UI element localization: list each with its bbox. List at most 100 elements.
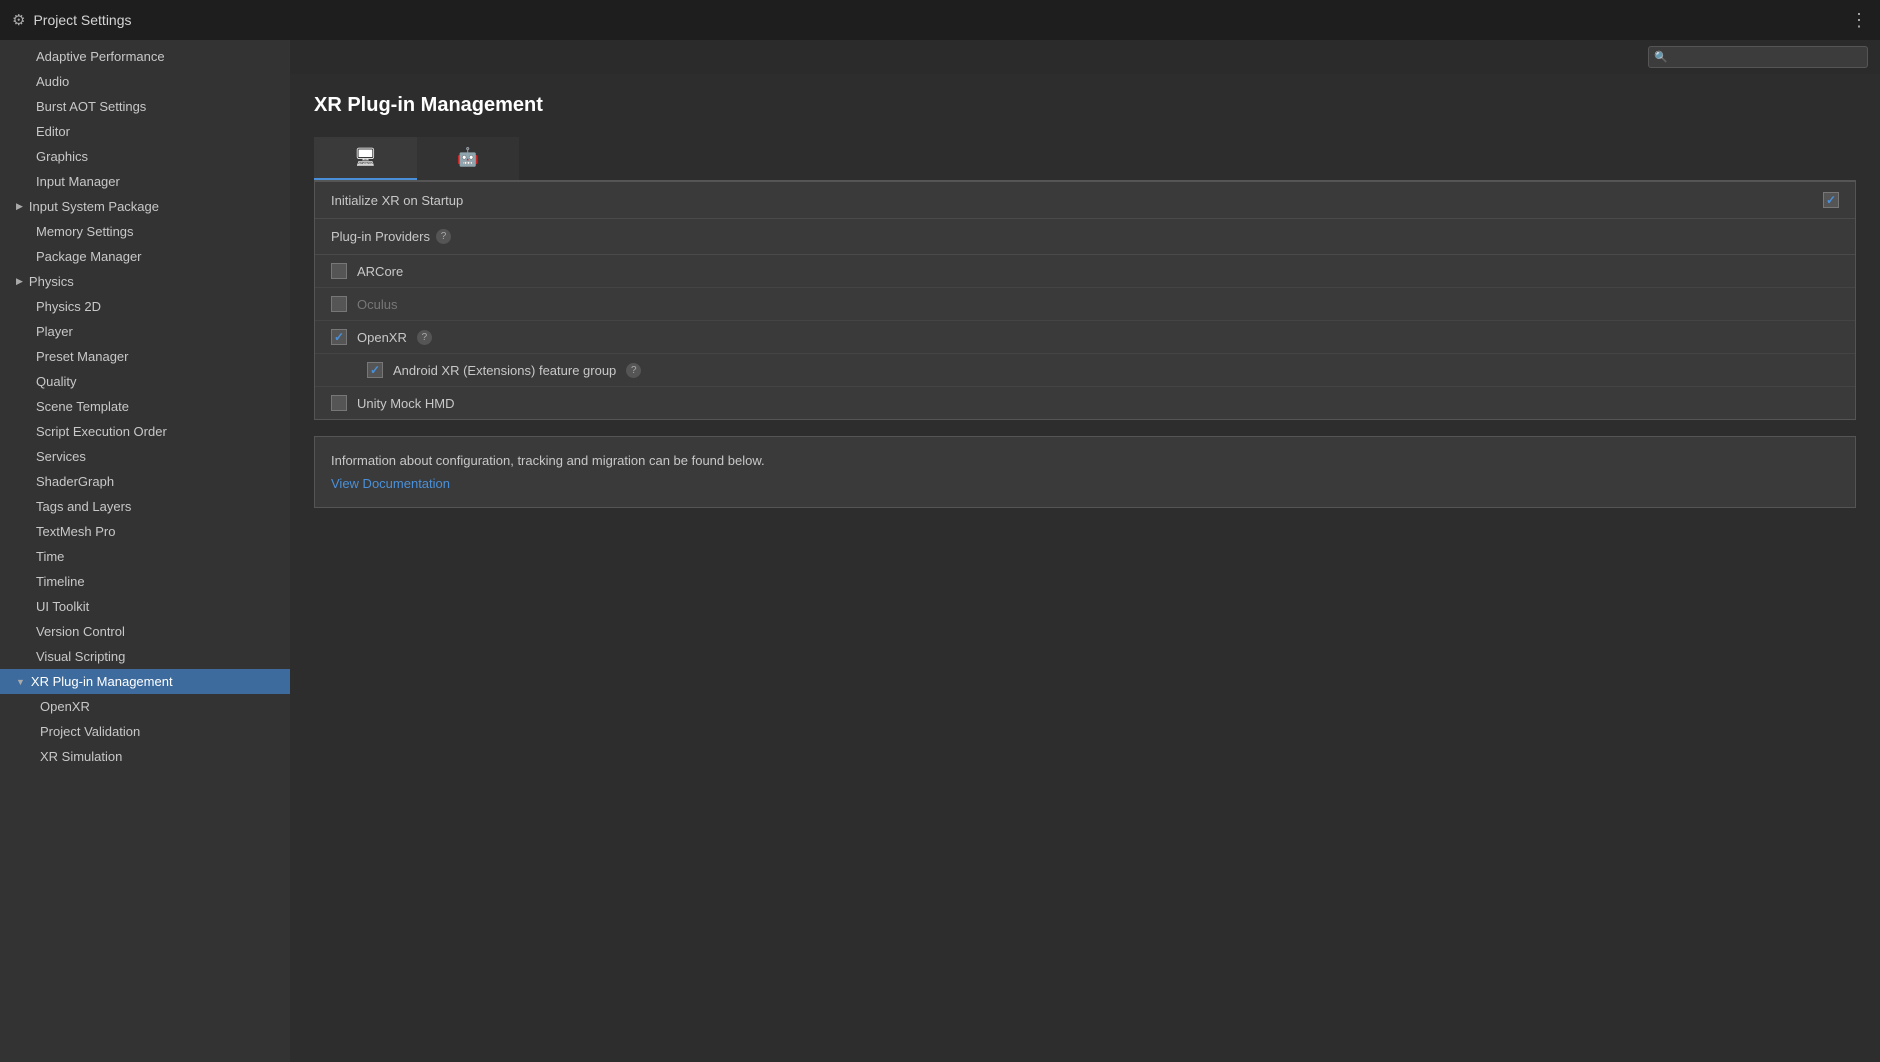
sidebar-item-label: Script Execution Order [36,424,167,439]
provider-checkbox-openxr[interactable]: ✓ [331,329,347,345]
info-text: Information about configuration, trackin… [331,453,1839,468]
sidebar-item-version-control[interactable]: Version Control [0,619,290,644]
sidebar-item-label: Burst AOT Settings [36,99,146,114]
sidebar-item-label: Version Control [36,624,125,639]
sidebar-item-label: Adaptive Performance [36,49,165,64]
sidebar-item-label: Input Manager [36,174,120,189]
initialize-xr-label: Initialize XR on Startup [331,193,1811,208]
sidebar-item-burst-aot-settings[interactable]: Burst AOT Settings [0,94,290,119]
sidebar-item-label: Time [36,549,64,564]
sidebar-item-label: OpenXR [40,699,90,714]
help-icon-android-xr-extensions[interactable]: ? [626,363,641,378]
title-bar-left: ⚙ Project Settings [12,11,132,29]
sidebar-item-player[interactable]: Player [0,319,290,344]
sidebar-item-label: Physics 2D [36,299,101,314]
sidebar-item-time[interactable]: Time [0,544,290,569]
provider-checkbox-arcore[interactable] [331,263,347,279]
provider-item-android-xr-extensions: ✓ Android XR (Extensions) feature group? [315,354,1855,387]
providers-list: ARCore Oculus ✓ OpenXR? ✓ Android XR (Extensi… [315,255,1855,419]
sidebar-item-label: XR Plug-in Management [31,674,173,689]
view-documentation-link[interactable]: View Documentation [331,476,450,491]
sidebar-item-textmesh-pro[interactable]: TextMesh Pro [0,519,290,544]
arrow-icon: ▼ [16,677,25,687]
sidebar-item-label: UI Toolkit [36,599,89,614]
initialize-xr-row: Initialize XR on Startup ✓ [315,182,1855,219]
provider-label-android-xr-extensions: Android XR (Extensions) feature group [393,363,616,378]
menu-dots-icon[interactable]: ⋮ [1850,10,1868,31]
sidebar-item-label: Services [36,449,86,464]
sidebar: Adaptive Performance Audio Burst AOT Setti… [0,40,290,1062]
sidebar-item-quality[interactable]: Quality [0,369,290,394]
provider-checkbox-android-xr-extensions[interactable]: ✓ [367,362,383,378]
provider-item-openxr: ✓ OpenXR? [315,321,1855,354]
sidebar-item-openxr[interactable]: OpenXR [0,694,290,719]
sidebar-item-ui-toolkit[interactable]: UI Toolkit [0,594,290,619]
content-area: 🔍 XR Plug-in Management 🖥 🤖 Initialize XR… [290,40,1880,1062]
sidebar-item-input-system-package[interactable]: ▶ Input System Package [0,194,290,219]
sidebar-item-services[interactable]: Services [0,444,290,469]
sidebar-item-shadergraph[interactable]: ShaderGraph [0,469,290,494]
sidebar-item-label: Visual Scripting [36,649,125,664]
provider-item-oculus: Oculus [315,288,1855,321]
sidebar-item-input-manager[interactable]: Input Manager [0,169,290,194]
sidebar-item-label: Audio [36,74,69,89]
sidebar-item-label: Memory Settings [36,224,134,239]
provider-checkbox-oculus[interactable] [331,296,347,312]
tab-pc[interactable]: 🖥 [314,137,417,180]
tab-android[interactable]: 🤖 [417,137,519,180]
sidebar-item-preset-manager[interactable]: Preset Manager [0,344,290,369]
check-mark-icon: ✓ [370,363,380,377]
help-icon-openxr[interactable]: ? [417,330,432,345]
sidebar-item-label: Scene Template [36,399,129,414]
sidebar-item-tags-and-layers[interactable]: Tags and Layers [0,494,290,519]
sidebar-item-editor[interactable]: Editor [0,119,290,144]
sidebar-item-package-manager[interactable]: Package Manager [0,244,290,269]
title-bar: ⚙ Project Settings ⋮ [0,0,1880,40]
provider-item-arcore: ARCore [315,255,1855,288]
sidebar-item-xr-simulation[interactable]: XR Simulation [0,744,290,769]
sidebar-item-label: Editor [36,124,70,139]
search-input[interactable] [1648,46,1868,68]
search-icon: 🔍 [1654,51,1668,64]
provider-checkbox-unity-mock-hmd[interactable] [331,395,347,411]
sidebar-item-scene-template[interactable]: Scene Template [0,394,290,419]
monitor-icon: 🖥 [354,147,377,168]
sidebar-item-graphics[interactable]: Graphics [0,144,290,169]
sidebar-item-label: Quality [36,374,76,389]
providers-header-label: Plug-in Providers [331,229,430,244]
sidebar-item-audio[interactable]: Audio [0,69,290,94]
sidebar-item-label: Timeline [36,574,85,589]
provider-label-unity-mock-hmd: Unity Mock HMD [357,396,455,411]
providers-help-icon[interactable]: ? [436,229,451,244]
sidebar-item-label: Tags and Layers [36,499,131,514]
sidebar-item-label: Physics [29,274,74,289]
sidebar-item-label: Package Manager [36,249,142,264]
sidebar-item-label: ShaderGraph [36,474,114,489]
sidebar-item-xr-plug-in-management[interactable]: ▼ XR Plug-in Management [0,669,290,694]
sidebar-item-memory-settings[interactable]: Memory Settings [0,219,290,244]
sidebar-item-visual-scripting[interactable]: Visual Scripting [0,644,290,669]
provider-label-oculus: Oculus [357,297,397,312]
sidebar-item-physics-2d[interactable]: Physics 2D [0,294,290,319]
info-section: Information about configuration, trackin… [314,436,1856,508]
provider-label-arcore: ARCore [357,264,403,279]
initialize-xr-checkbox[interactable]: ✓ [1823,192,1839,208]
sidebar-item-label: XR Simulation [40,749,122,764]
title-bar-title: Project Settings [33,12,131,28]
check-mark-icon: ✓ [1826,193,1836,207]
sidebar-item-adaptive-performance[interactable]: Adaptive Performance [0,44,290,69]
arrow-icon: ▶ [16,276,23,287]
search-bar: 🔍 [290,40,1880,74]
providers-header: Plug-in Providers ? [315,219,1855,255]
search-wrapper: 🔍 [1648,46,1868,68]
arrow-icon: ▶ [16,201,23,212]
sidebar-item-project-validation[interactable]: Project Validation [0,719,290,744]
settings-panel: Initialize XR on Startup ✓ Plug-in Provi… [314,181,1856,420]
sidebar-item-label: Input System Package [29,199,159,214]
provider-label-openxr: OpenXR [357,330,407,345]
android-icon: 🤖 [457,147,479,168]
sidebar-item-physics[interactable]: ▶ Physics [0,269,290,294]
page-title: XR Plug-in Management [314,94,1856,117]
sidebar-item-script-execution-order[interactable]: Script Execution Order [0,419,290,444]
sidebar-item-timeline[interactable]: Timeline [0,569,290,594]
